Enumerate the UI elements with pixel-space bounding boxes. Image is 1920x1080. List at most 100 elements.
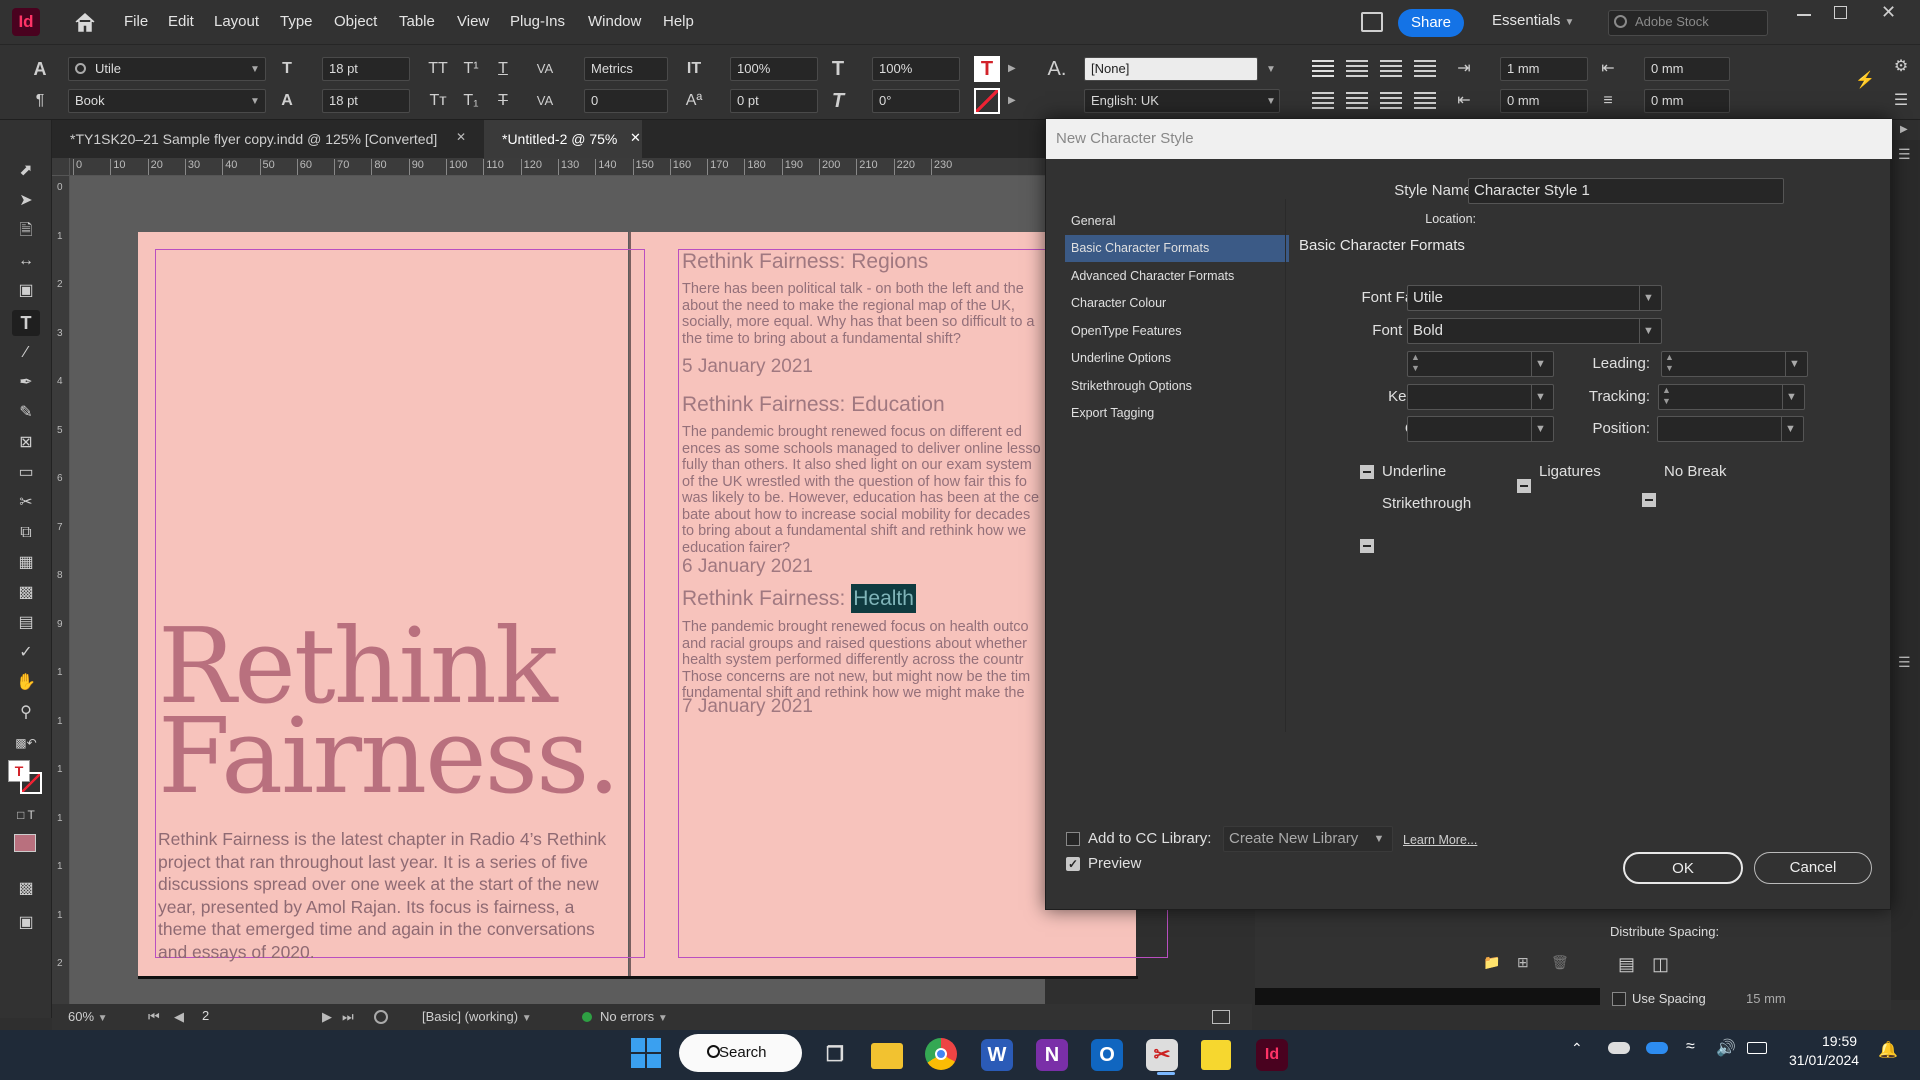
- baseline-shift-field[interactable]: 0 pt: [730, 89, 818, 113]
- home-icon[interactable]: [73, 11, 97, 33]
- subscript-icon[interactable]: T₁: [460, 89, 482, 113]
- nav-advanced-character-formats[interactable]: Advanced Character Formats: [1065, 263, 1289, 290]
- font-style-dropdown[interactable]: Bold ▼: [1407, 318, 1662, 344]
- language-dropdown[interactable]: English: UK: [1084, 89, 1280, 113]
- menu-edit[interactable]: Edit: [168, 0, 194, 44]
- note-tool-icon[interactable]: ▤: [12, 610, 40, 636]
- justify-all-icon[interactable]: [1380, 92, 1402, 110]
- chevron-right-icon[interactable]: ▶: [1008, 63, 1016, 74]
- menu-help[interactable]: Help: [663, 0, 694, 44]
- rectangle-frame-tool-icon[interactable]: ⊠: [12, 430, 40, 456]
- word-icon[interactable]: W: [981, 1039, 1013, 1071]
- strikethrough-checkbox[interactable]: [1360, 539, 1374, 553]
- zoom-dropdown[interactable]: 60% ▼: [68, 1004, 138, 1032]
- close-tab-icon[interactable]: ✕: [630, 130, 641, 146]
- snipping-tool-icon[interactable]: ✂: [1146, 1039, 1178, 1071]
- indesign-taskbar-icon[interactable]: Id: [1256, 1039, 1288, 1071]
- character-formatting-icon[interactable]: A: [28, 57, 52, 81]
- screen-mode-tool-icon[interactable]: ▩: [12, 876, 40, 902]
- menu-window[interactable]: Window: [588, 0, 641, 44]
- all-caps-icon[interactable]: TT: [426, 57, 450, 81]
- line-tool-icon[interactable]: ∕: [12, 340, 40, 366]
- gap-tool-icon[interactable]: ↔: [12, 248, 40, 274]
- dialog-title[interactable]: New Character Style: [1046, 119, 1892, 159]
- stepper-icon[interactable]: ▲ ▼: [1662, 385, 1671, 407]
- stroke-none-icon[interactable]: [974, 88, 1000, 114]
- fill-color-icon[interactable]: T: [974, 56, 1000, 82]
- cancel-button[interactable]: Cancel: [1754, 852, 1872, 884]
- underline-icon[interactable]: T: [492, 57, 514, 81]
- page-number-field[interactable]: 2: [196, 1005, 292, 1029]
- panel-menu-icon[interactable]: ☰: [1898, 654, 1911, 671]
- default-fill-stroke-icon[interactable]: ▩↶: [12, 730, 40, 756]
- tracking-field[interactable]: 0: [584, 89, 668, 113]
- menu-table[interactable]: Table: [399, 0, 435, 44]
- skew-field[interactable]: 0°: [872, 89, 960, 113]
- stepper-icon[interactable]: ▲ ▼: [1665, 352, 1674, 374]
- close-window-icon[interactable]: ✕: [1881, 2, 1896, 23]
- menu-type[interactable]: Type: [280, 0, 313, 44]
- content-collector-icon[interactable]: ▣: [12, 278, 40, 304]
- scissors-tool-icon[interactable]: ✂: [12, 490, 40, 516]
- minimize-icon[interactable]: [1797, 14, 1811, 16]
- page-tool-icon[interactable]: 🗎: [12, 218, 40, 244]
- leading-field[interactable]: 18 pt: [322, 89, 410, 113]
- clock-date[interactable]: 31/01/2024: [1789, 1052, 1859, 1068]
- notifications-bell-icon[interactable]: 🔔: [1878, 1040, 1898, 1060]
- eyedropper-tool-icon[interactable]: ✓: [12, 640, 40, 666]
- nav-strikethrough-options[interactable]: Strikethrough Options: [1065, 373, 1289, 400]
- leading-dropdown[interactable]: ▲ ▼ ▼: [1661, 351, 1808, 377]
- space-after-field[interactable]: 0 mm: [1644, 89, 1730, 113]
- quick-apply-icon[interactable]: ⚡: [1855, 69, 1875, 93]
- distribute-vertical-icon[interactable]: ▤: [1618, 954, 1635, 975]
- file-explorer-icon[interactable]: [871, 1043, 903, 1069]
- preview-mode-icon[interactable]: ▣: [12, 910, 40, 936]
- rectangle-tool-icon[interactable]: ▭: [12, 460, 40, 486]
- underline-checkbox[interactable]: [1360, 465, 1374, 479]
- selected-text-health[interactable]: Health: [851, 584, 916, 613]
- gradient-swatch-tool-icon[interactable]: ▦: [12, 550, 40, 576]
- type-tool-icon[interactable]: T: [12, 310, 40, 336]
- first-page-icon[interactable]: ⏮: [148, 1004, 160, 1030]
- direct-selection-tool-icon[interactable]: ➤: [12, 188, 40, 214]
- zoom-tool-icon[interactable]: ⚲: [12, 700, 40, 726]
- new-item-icon[interactable]: ⊞: [1517, 954, 1529, 971]
- new-group-icon[interactable]: 📁: [1483, 954, 1500, 971]
- chevron-down-icon[interactable]: ▼: [1266, 64, 1276, 75]
- windows-start-icon[interactable]: [631, 1038, 661, 1068]
- title-text-frame[interactable]: Rethink Fairness.: [156, 614, 626, 856]
- preview-checkbox[interactable]: ✓: [1066, 857, 1080, 871]
- font-family-field[interactable]: Utile: [68, 57, 266, 81]
- split-window-icon[interactable]: [1212, 1010, 1230, 1024]
- taskbar-search[interactable]: Search: [679, 1034, 802, 1072]
- use-spacing-checkbox[interactable]: [1612, 992, 1626, 1006]
- add-to-cc-library-checkbox[interactable]: [1066, 832, 1080, 846]
- panel-menu-icon[interactable]: ☰: [1898, 146, 1911, 163]
- menu-plugins[interactable]: Plug-Ins: [510, 0, 565, 44]
- ruler-origin[interactable]: [52, 158, 70, 176]
- chevron-down-icon[interactable]: ▼: [250, 64, 260, 75]
- character-style-dropdown[interactable]: [None]: [1084, 57, 1258, 81]
- free-transform-tool-icon[interactable]: ⧉: [12, 520, 40, 546]
- adobe-stock-search[interactable]: Adobe Stock: [1608, 10, 1768, 36]
- sticky-notes-icon[interactable]: [1201, 1040, 1231, 1070]
- align-center-icon[interactable]: [1346, 60, 1368, 78]
- menu-layout[interactable]: Layout: [214, 0, 259, 44]
- justify-right-icon[interactable]: [1414, 92, 1436, 110]
- onenote-icon[interactable]: N: [1036, 1039, 1068, 1071]
- no-break-checkbox[interactable]: [1642, 493, 1656, 507]
- left-indent-field[interactable]: 1 mm: [1500, 57, 1588, 81]
- right-indent-field[interactable]: 0 mm: [1644, 57, 1730, 81]
- size-dropdown[interactable]: ▲ ▼ ▼: [1407, 351, 1554, 377]
- apply-color-swatch-icon[interactable]: [14, 834, 36, 852]
- chevron-down-icon[interactable]: ▼: [250, 96, 260, 107]
- nav-general[interactable]: General: [1065, 208, 1289, 235]
- share-button[interactable]: Share: [1398, 9, 1464, 37]
- next-page-icon[interactable]: ▶: [322, 1004, 332, 1030]
- font-style-field[interactable]: Book: [68, 89, 266, 113]
- align-towards-spine-icon[interactable]: [1414, 60, 1436, 78]
- hand-tool-icon[interactable]: ✋: [12, 670, 40, 696]
- preflight-profile[interactable]: [Basic] (working) ▼: [422, 1004, 532, 1032]
- chevron-right-icon[interactable]: ▶: [1008, 95, 1016, 106]
- panel-collapse-icon[interactable]: ▶: [1900, 124, 1908, 135]
